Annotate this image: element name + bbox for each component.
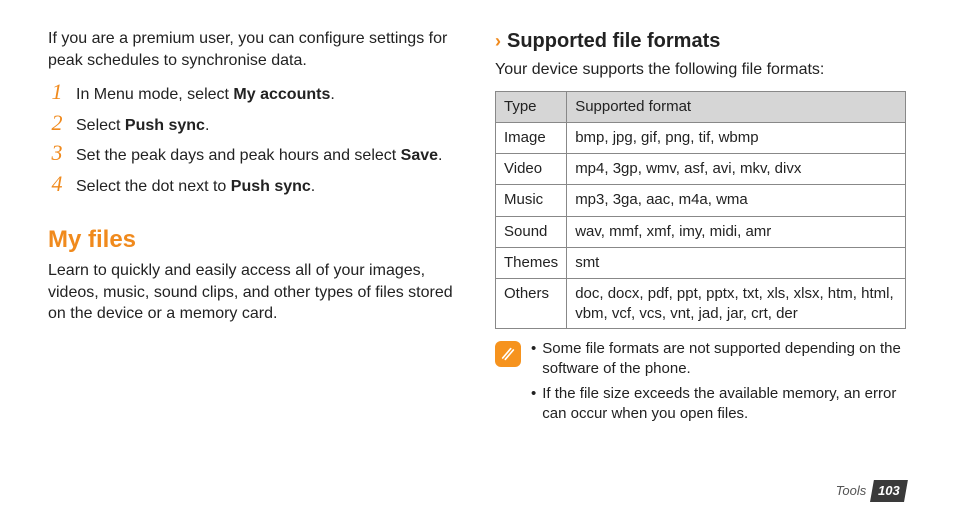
subheading-supported-formats: Supported file formats xyxy=(507,28,720,55)
step-number: 1 xyxy=(48,81,66,103)
step-bold: Push sync xyxy=(231,178,311,195)
intro-text: If you are a premium user, you can confi… xyxy=(48,28,459,71)
cell-format: doc, docx, pdf, ppt, pptx, txt, xls, xls… xyxy=(567,279,906,329)
step-post: . xyxy=(205,117,209,134)
step-post: . xyxy=(438,147,442,164)
step-text: Select the dot next to Push sync. xyxy=(76,176,315,198)
step-post: . xyxy=(330,86,334,103)
note-icon xyxy=(495,341,521,367)
step-pre: Select the dot next to xyxy=(76,178,231,195)
table-row: Others doc, docx, pdf, ppt, pptx, txt, x… xyxy=(496,279,906,329)
bullet-icon: • xyxy=(531,339,536,380)
step-bold: Save xyxy=(401,147,438,164)
step-bold: My accounts xyxy=(233,86,330,103)
note-text: If the file size exceeds the available m… xyxy=(542,384,906,425)
cell-type: Image xyxy=(496,122,567,153)
step-4: 4 Select the dot next to Push sync. xyxy=(48,173,459,198)
step-3: 3 Set the peak days and peak hours and s… xyxy=(48,142,459,167)
page-footer: Tools 103 xyxy=(836,480,906,502)
cell-type: Video xyxy=(496,154,567,185)
cell-format: bmp, jpg, gif, png, tif, wbmp xyxy=(567,122,906,153)
step-pre: In Menu mode, select xyxy=(76,86,233,103)
step-2: 2 Select Push sync. xyxy=(48,112,459,137)
step-pre: Set the peak days and peak hours and sel… xyxy=(76,147,401,164)
cell-format: mp3, 3ga, aac, m4a, wma xyxy=(567,185,906,216)
table-row: Themes smt xyxy=(496,247,906,278)
footer-section: Tools xyxy=(836,482,867,500)
step-text: In Menu mode, select My accounts. xyxy=(76,84,335,106)
cell-format: mp4, 3gp, wmv, asf, avi, mkv, divx xyxy=(567,154,906,185)
sub-intro: Your device supports the following file … xyxy=(495,59,906,81)
table-header-type: Type xyxy=(496,91,567,122)
step-1: 1 In Menu mode, select My accounts. xyxy=(48,81,459,106)
table-row: Sound wav, mmf, xmf, imy, midi, amr xyxy=(496,216,906,247)
table-row: Video mp4, 3gp, wmv, asf, avi, mkv, divx xyxy=(496,154,906,185)
step-list: 1 In Menu mode, select My accounts. 2 Se… xyxy=(48,81,459,197)
cell-type: Others xyxy=(496,279,567,329)
cell-type: Music xyxy=(496,185,567,216)
table-header-row: Type Supported format xyxy=(496,91,906,122)
section-body: Learn to quickly and easily access all o… xyxy=(48,260,459,325)
step-number: 3 xyxy=(48,142,66,164)
note-item: • If the file size exceeds the available… xyxy=(531,384,906,425)
left-column: If you are a premium user, you can confi… xyxy=(48,28,459,518)
step-bold: Push sync xyxy=(125,117,205,134)
formats-table: Type Supported format Image bmp, jpg, gi… xyxy=(495,91,906,330)
step-number: 4 xyxy=(48,173,66,195)
note-item: • Some file formats are not supported de… xyxy=(531,339,906,380)
section-heading-myfiles: My files xyxy=(48,224,459,256)
note-text: Some file formats are not supported depe… xyxy=(542,339,906,380)
cell-type: Themes xyxy=(496,247,567,278)
step-text: Select Push sync. xyxy=(76,115,209,137)
step-pre: Select xyxy=(76,117,125,134)
table-header-format: Supported format xyxy=(567,91,906,122)
step-post: . xyxy=(311,178,315,195)
step-text: Set the peak days and peak hours and sel… xyxy=(76,145,443,167)
right-column: › Supported file formats Your device sup… xyxy=(495,28,906,518)
bullet-icon: • xyxy=(531,384,536,425)
cell-format: smt xyxy=(567,247,906,278)
page: If you are a premium user, you can confi… xyxy=(0,0,954,518)
page-number: 103 xyxy=(878,482,900,500)
chevron-icon: › xyxy=(495,32,501,50)
page-number-badge: 103 xyxy=(870,480,908,502)
table-row: Music mp3, 3ga, aac, m4a, wma xyxy=(496,185,906,216)
step-number: 2 xyxy=(48,112,66,134)
note-list: • Some file formats are not supported de… xyxy=(531,339,906,428)
cell-type: Sound xyxy=(496,216,567,247)
subheading-row: › Supported file formats xyxy=(495,28,906,55)
note-box: • Some file formats are not supported de… xyxy=(495,339,906,428)
cell-format: wav, mmf, xmf, imy, midi, amr xyxy=(567,216,906,247)
table-row: Image bmp, jpg, gif, png, tif, wbmp xyxy=(496,122,906,153)
